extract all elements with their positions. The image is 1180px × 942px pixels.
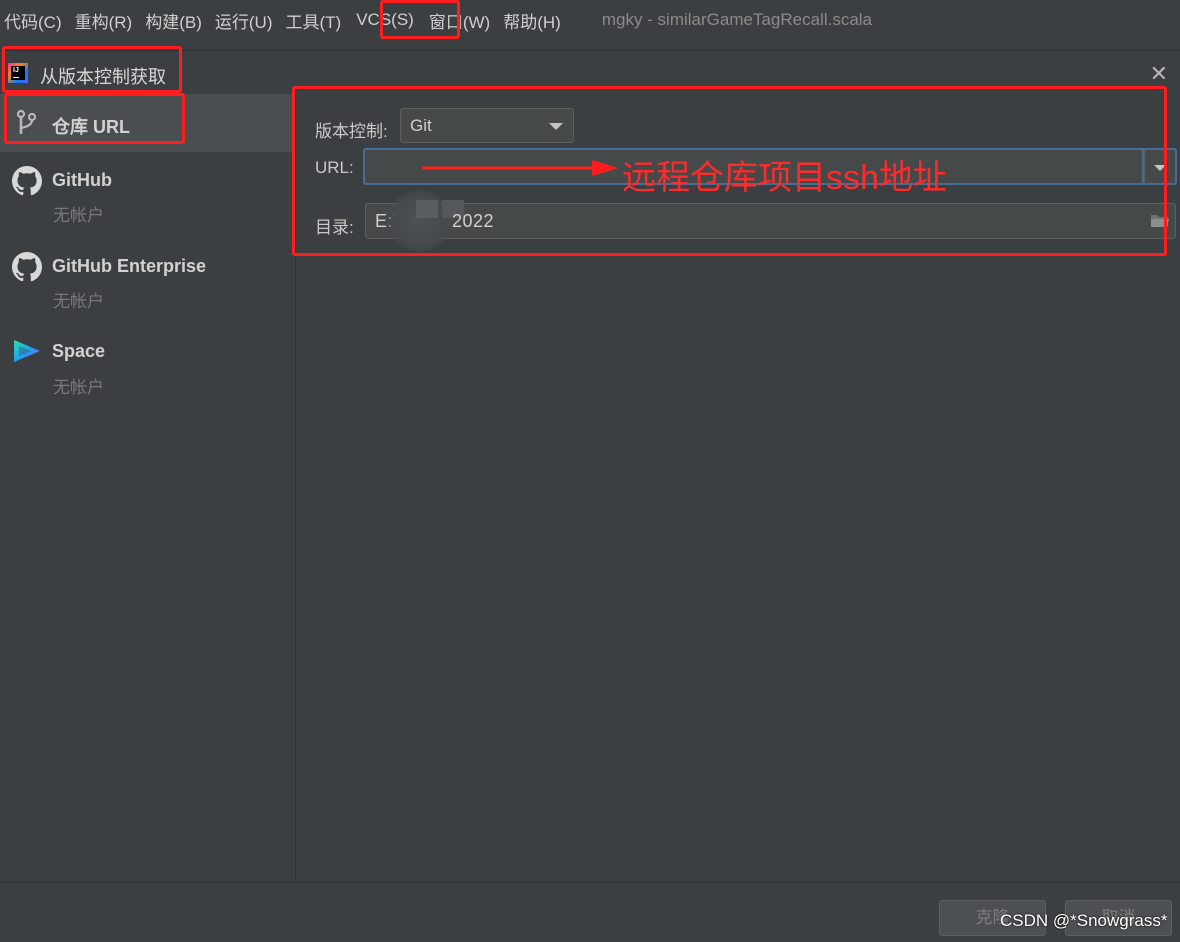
menu-run[interactable]: 运行(U) [211, 8, 282, 33]
menu-refactor[interactable]: 重构(R) [71, 8, 142, 33]
menu-build[interactable]: 构建(B) [141, 8, 211, 33]
space-icon [14, 340, 40, 362]
annotation-box-dialog-title [2, 46, 182, 93]
close-icon[interactable]: ✕ [1150, 61, 1168, 87]
sidebar: 仓库 URL GitHub 无帐户 GitHub Enterprise 无帐户 [0, 94, 296, 882]
sidebar-item-github-enterprise[interactable]: GitHub Enterprise 无帐户 [0, 242, 295, 324]
sidebar-item-account-status: 无帐户 [53, 378, 104, 397]
watermark: CSDN @*Snowgrass* [1000, 911, 1168, 930]
github-icon [12, 252, 42, 282]
sidebar-item-label: Space [52, 341, 106, 361]
sidebar-item-account-status: 无帐户 [53, 206, 104, 225]
annotation-text: 远程仓库项目ssh地址 [622, 159, 947, 197]
annotation-box-repository-url [4, 93, 185, 144]
menu-help[interactable]: 帮助(H) [499, 8, 570, 33]
annotation-box-vcs [380, 0, 460, 39]
window-title: mgky - similarGameTagRecall.scala [601, 10, 873, 29]
sidebar-item-github[interactable]: GitHub 无帐户 [0, 156, 295, 238]
sidebar-item-label: GitHub [52, 170, 112, 190]
sidebar-item-account-status: 无帐户 [53, 292, 104, 311]
menu-code[interactable]: 代码(C) [0, 8, 71, 33]
menu-tools[interactable]: 工具(T) [282, 8, 351, 33]
menu-bar: 代码(C) 重构(R) 构建(B) 运行(U) 工具(T) VCS(S) 窗口(… [0, 0, 1180, 40]
sidebar-item-space[interactable]: Space 无帐户 [0, 328, 295, 410]
sidebar-item-label: GitHub Enterprise [52, 256, 207, 276]
annotation-arrow-icon [422, 160, 618, 176]
github-icon [12, 166, 42, 196]
